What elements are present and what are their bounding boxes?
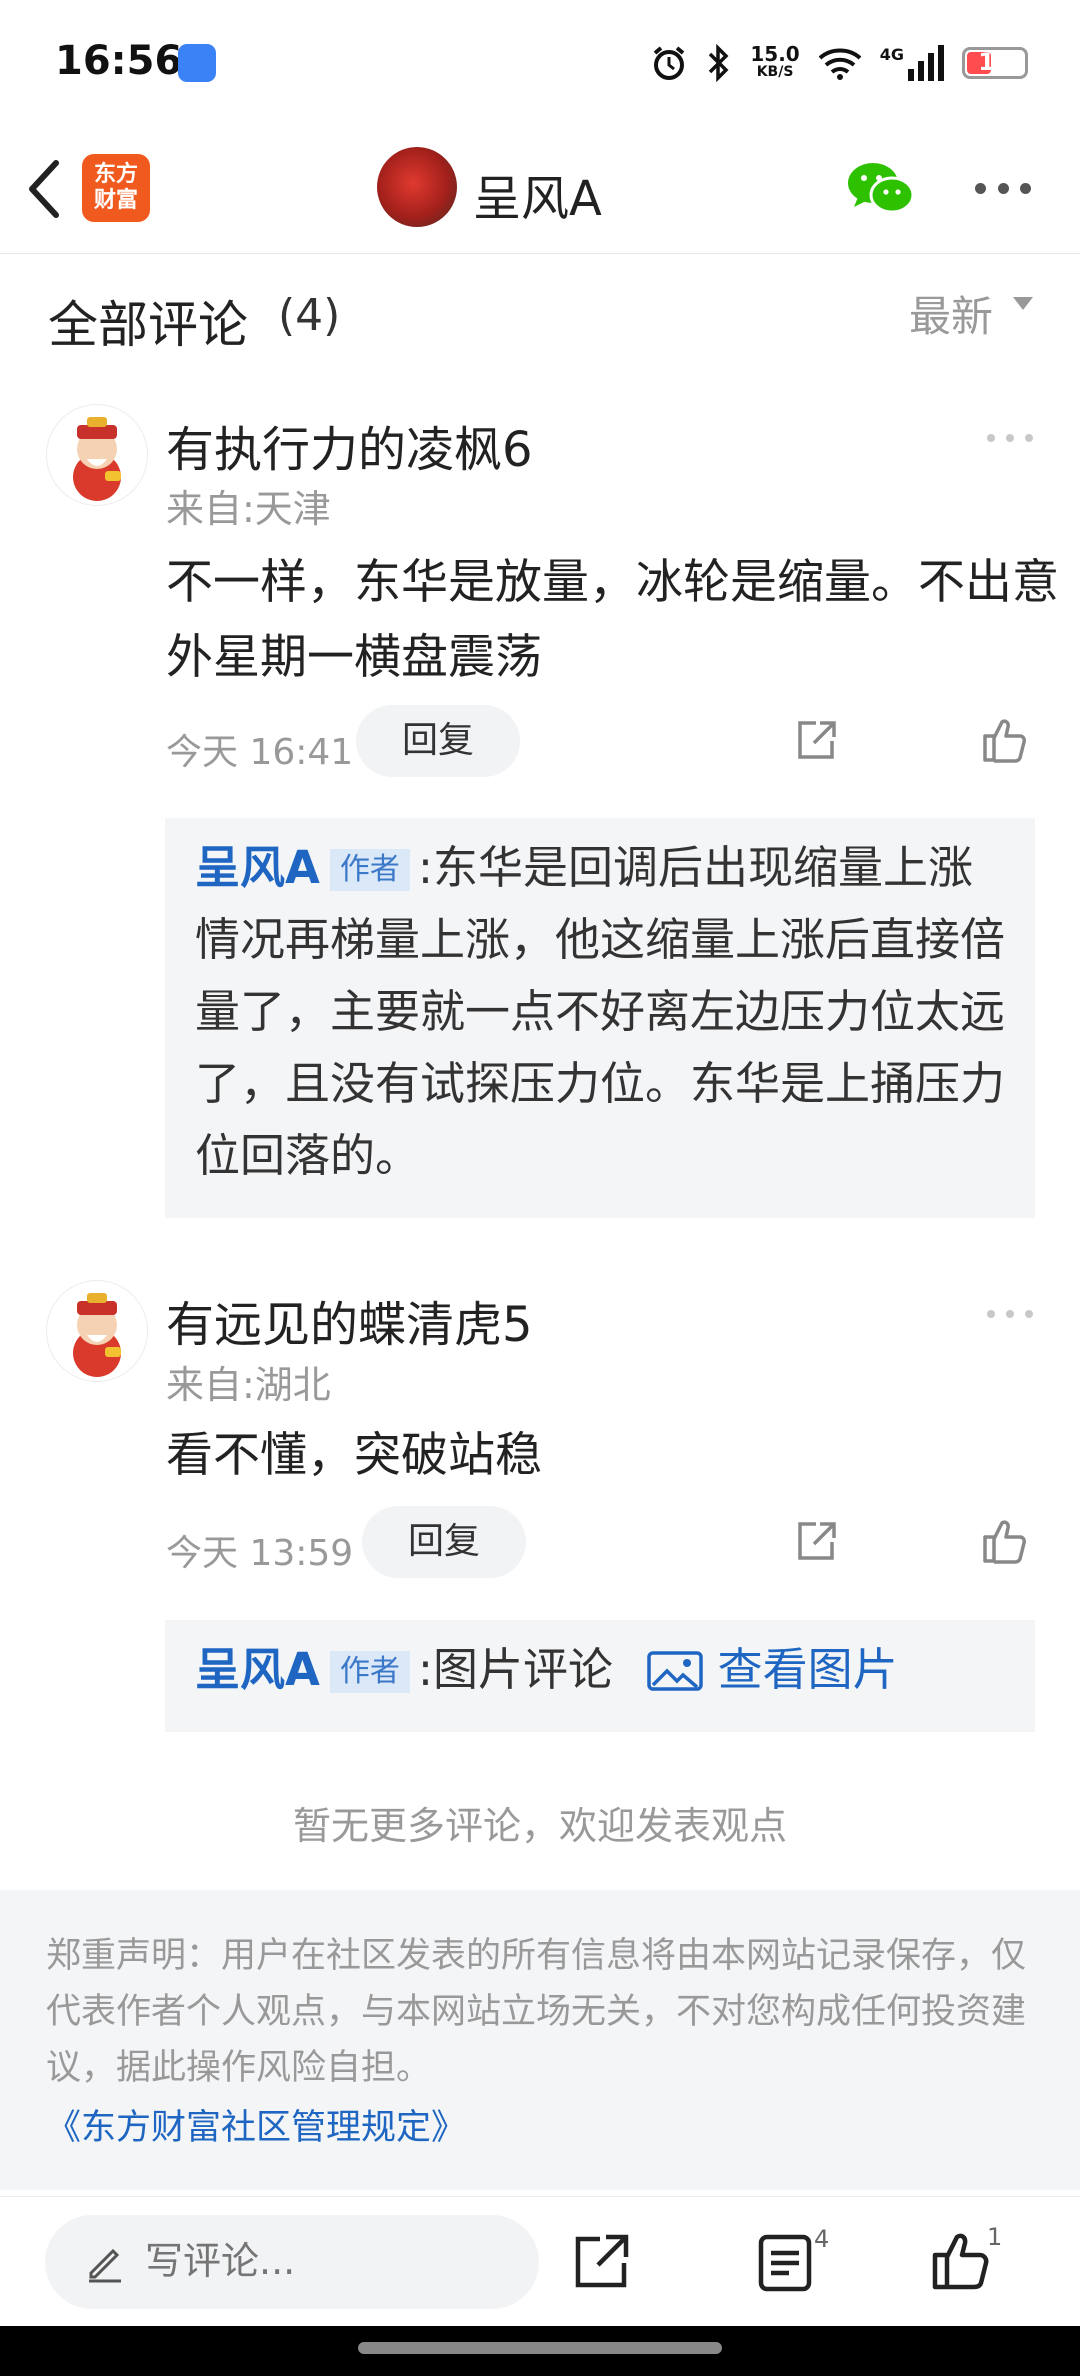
comment-input[interactable] <box>145 2237 505 2285</box>
comment-list-icon[interactable] <box>755 2231 817 2293</box>
disclaimer: 郑重声明：用户在社区发表的所有信息将由本网站记录保存，仅代表作者个人观点，与本网… <box>0 1890 1080 2190</box>
page-title[interactable]: 呈风A <box>473 159 602 229</box>
signal-icon: 4G <box>880 45 944 81</box>
thumbs-up-icon[interactable] <box>981 716 1029 764</box>
comments-count: (4) <box>278 290 341 341</box>
comment-text: 不一样，东华是放量，冰轮是缩量。不出意外星期一横盘震荡 <box>166 555 1059 685</box>
net-speed: 15.0 KB/S <box>750 42 800 80</box>
comment-more-icon[interactable] <box>987 434 1033 444</box>
more-icon[interactable] <box>975 183 1031 195</box>
author-tag: 作者 <box>329 1651 410 1693</box>
all-comments-title: 全部评论 <box>48 296 248 354</box>
bottom-bar: 4 1 <box>0 2196 1080 2327</box>
like-icon[interactable] <box>930 2229 992 2291</box>
no-more-comments: 暂无更多评论，欢迎发表观点 <box>292 1804 787 1848</box>
comment-more-icon[interactable] <box>987 1310 1033 1320</box>
battery-icon: 19 <box>962 47 1028 79</box>
home-indicator[interactable] <box>358 2342 722 2354</box>
comment-time: 今天 16:41 <box>166 732 354 773</box>
comment-username[interactable]: 有执行力的凌枫6 <box>166 410 533 480</box>
share-icon[interactable] <box>794 719 838 763</box>
user-avatar[interactable] <box>46 1280 148 1382</box>
bluetooth-icon <box>709 44 729 82</box>
status-time: 16:56 <box>55 38 183 84</box>
reply-button[interactable]: 回复 <box>362 1506 526 1578</box>
pencil-icon <box>89 2248 121 2283</box>
community-rules-link[interactable]: 《东方财富社区管理规定》 <box>46 2100 1034 2156</box>
app-notification-icon <box>178 44 216 82</box>
comment-location: 来自:天津 <box>166 487 331 531</box>
reply-button[interactable]: 回复 <box>356 705 520 777</box>
author-avatar[interactable] <box>377 147 457 227</box>
like-count-badge: 1 <box>987 2223 1003 2251</box>
alarm-icon <box>654 46 685 80</box>
wechat-share-icon[interactable] <box>846 161 916 217</box>
comment-location: 来自:湖北 <box>166 1363 331 1407</box>
disclaimer-text: 郑重声明：用户在社区发表的所有信息将由本网站记录保存，仅代表作者个人观点，与本网… <box>46 1936 1027 2088</box>
comment-count-badge: 4 <box>814 2225 830 2253</box>
top-nav: 东方 财富 呈风A <box>0 125 1080 254</box>
back-arrow-icon[interactable] <box>22 155 70 223</box>
view-image-link[interactable]: 查看图片 <box>647 1643 898 1696</box>
reply-author[interactable]: 呈风A <box>195 841 320 894</box>
image-icon <box>647 1651 704 1691</box>
thumbs-up-icon[interactable] <box>981 1517 1029 1565</box>
reply-author[interactable]: 呈风A <box>195 1643 320 1696</box>
eastmoney-logo[interactable]: 东方 财富 <box>82 154 150 222</box>
author-reply: 呈风A 作者:图片评论 查看图片 <box>165 1620 1035 1732</box>
author-tag: 作者 <box>329 849 410 891</box>
status-icons: 15.0 KB/S 4G 19 <box>650 40 1028 86</box>
comment-username[interactable]: 有远见的蝶清虎5 <box>166 1285 533 1355</box>
comment-time: 今天 13:59 <box>166 1533 354 1574</box>
wifi-icon <box>818 48 862 80</box>
author-reply: 呈风A 作者:东华是回调后出现缩量上涨情况再梯量上涨，他这缩量上涨后直接倍量了，主… <box>165 818 1035 1218</box>
sort-dropdown[interactable]: 最新 <box>909 283 993 344</box>
comment-text: 看不懂，突破站稳 <box>166 1428 542 1483</box>
share-icon[interactable] <box>570 2231 632 2293</box>
share-icon[interactable] <box>794 1520 838 1564</box>
reply-text: :图片评论 <box>417 1643 613 1696</box>
comment-input-box[interactable] <box>45 2215 539 2309</box>
user-avatar[interactable] <box>46 404 148 506</box>
status-bar: 16:56 15.0 KB/S 4G 19 <box>0 0 1080 125</box>
caret-down-icon[interactable] <box>1013 297 1033 310</box>
